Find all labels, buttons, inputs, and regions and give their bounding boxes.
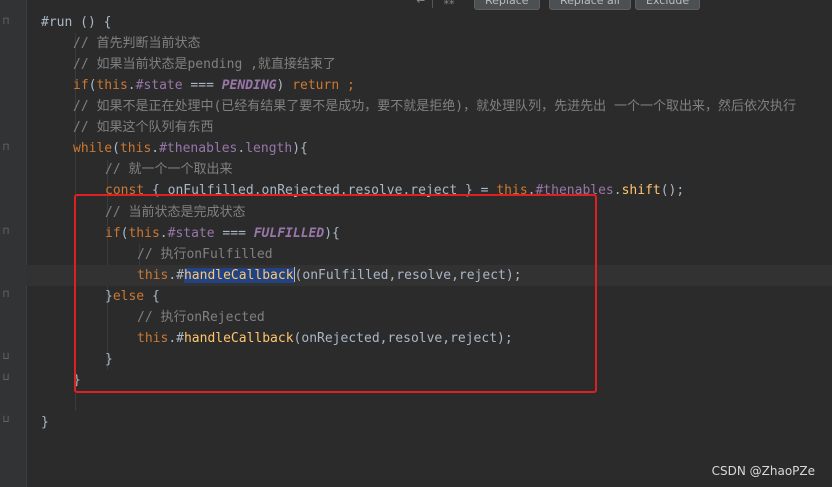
code-text: if(this.#state === PENDING) return ; [73, 78, 355, 93]
code-line: // 当前状态是完成状态 [0, 202, 245, 223]
comment: // 如果当前状态是pending ,就直接结束了 [73, 57, 336, 72]
code-line: // 如果不是正在处理中(已经有结果了要不是成功，要不就是拒绝)，就处理队列，先… [0, 96, 796, 117]
regex-icon[interactable]: ⁎⁎ [440, 0, 458, 8]
code-line: // 首先判断当前状态 [0, 33, 200, 54]
code-line: if(this.#state === FULFILLED){ [0, 223, 340, 244]
code-line: #run () { [0, 12, 111, 33]
toolbar-divider [432, 0, 433, 8]
code-line: // 如果当前状态是pending ,就直接结束了 [0, 54, 336, 75]
code-line: if(this.#state === PENDING) return ; [0, 75, 355, 96]
code-line: // 执行onFulfilled [0, 244, 273, 265]
code-text: } [41, 415, 49, 430]
comment: // 就一个一个取出来 [105, 162, 233, 177]
code-line: this.#handleCallback(onRejected,resolve,… [0, 328, 513, 349]
code-line: }else { [0, 286, 160, 307]
find-replace-toolbar: ↩ ⁎⁎ Replace Replace all Exclude [0, 0, 832, 10]
replace-all-button[interactable]: Replace all [549, 0, 631, 10]
code-line: // 执行onRejected [0, 307, 265, 328]
comment: // 如果这个队列有东西 [73, 120, 214, 135]
comment: // 首先判断当前状态 [73, 36, 201, 51]
comment: // 如果不是正在处理中(已经有结果了要不是成功，要不就是拒绝)，就处理队列，先… [73, 99, 796, 114]
highlight-annotation-box [74, 194, 597, 393]
code-line: } [0, 349, 113, 370]
code-line: // 如果这个队列有东西 [0, 117, 213, 138]
code-line: const { onFulfilled,onRejected,resolve,r… [0, 180, 684, 201]
filter-icon[interactable]: ↩ [412, 0, 430, 8]
watermark: CSDN @ZhaoPZe [711, 464, 815, 478]
code-text: while(this.#thenables.length){ [73, 141, 308, 156]
code-line: // 就一个一个取出来 [0, 159, 232, 180]
code-line: } [0, 370, 81, 391]
replace-button[interactable]: Replace [474, 0, 540, 10]
code-line: while(this.#thenables.length){ [0, 138, 308, 159]
exclude-button[interactable]: Exclude [635, 0, 701, 10]
code-text: #run () { [41, 15, 112, 30]
code-line: } [0, 412, 49, 433]
